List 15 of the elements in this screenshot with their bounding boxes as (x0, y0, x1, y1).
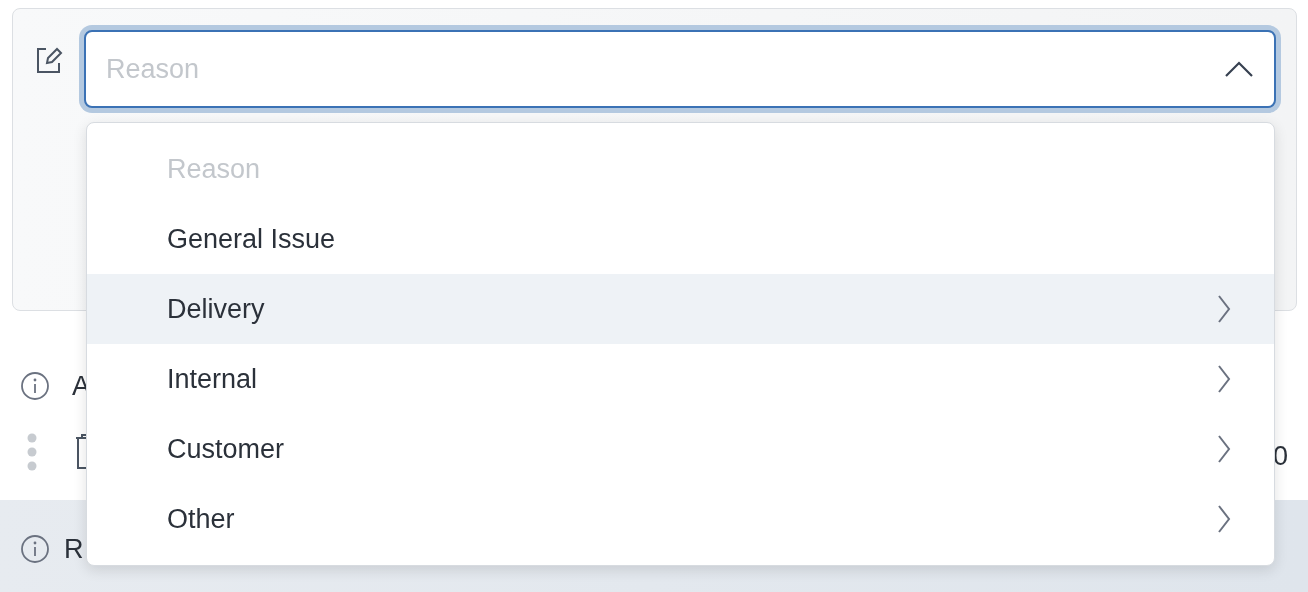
info-icon (20, 534, 50, 565)
dropdown-option[interactable]: General Issue (87, 204, 1274, 274)
dropdown-option[interactable]: Other (87, 484, 1274, 554)
chevron-right-icon (1216, 504, 1232, 534)
dropdown-option[interactable]: Internal (87, 344, 1274, 414)
chevron-up-icon (1224, 60, 1254, 78)
chevron-right-icon (1216, 294, 1232, 324)
chevron-right-icon (1216, 364, 1232, 394)
chevron-right-icon (1216, 434, 1232, 464)
footer-text: R (64, 533, 84, 566)
info-icon (20, 371, 50, 402)
dropdown-option[interactable]: Customer (87, 414, 1274, 484)
drag-handle-icon[interactable] (26, 432, 38, 472)
edit-icon (34, 45, 64, 75)
dropdown-option[interactable]: Delivery (87, 274, 1274, 344)
